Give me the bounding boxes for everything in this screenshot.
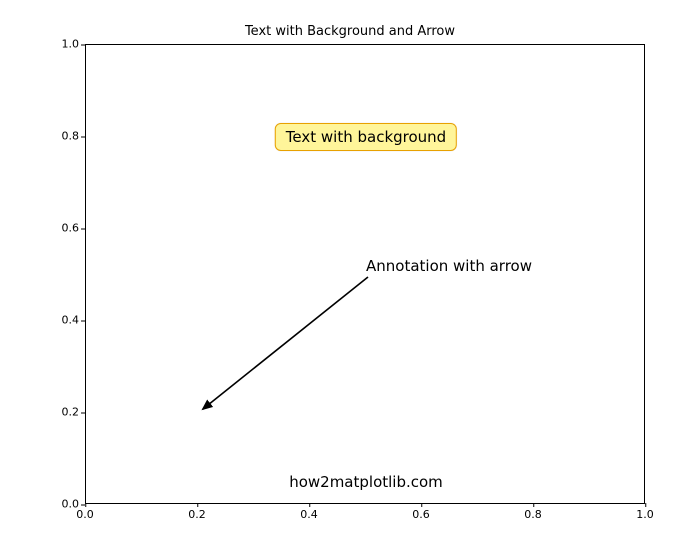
ytick-label: 0.8 (62, 130, 80, 143)
ytick: 0.4 (55, 314, 79, 327)
xtick-label: 0.6 (412, 508, 430, 521)
chart-title: Text with Background and Arrow (0, 24, 700, 39)
ytick: 1.0 (55, 38, 79, 51)
xtick: 0.6 (412, 508, 430, 521)
ytick: 0.6 (55, 222, 79, 235)
figure: Text with Background and Arrow Text with… (0, 0, 700, 560)
xtick-label: 0.2 (188, 508, 206, 521)
annotation-label: Annotation with arrow (366, 257, 532, 275)
xtick-label: 0.8 (524, 508, 542, 521)
ytick: 0.0 (55, 498, 79, 511)
ytick-label: 0.4 (62, 314, 80, 327)
xtick-label: 1.0 (636, 508, 654, 521)
xtick: 0.8 (524, 508, 542, 521)
ytick: 0.8 (55, 130, 79, 143)
ytick-label: 0.2 (62, 406, 80, 419)
xtick: 1.0 (636, 508, 654, 521)
ytick-label: 1.0 (62, 38, 80, 51)
xtick-label: 0.4 (300, 508, 318, 521)
annotation-arrow (86, 45, 646, 505)
ytick-label: 0.6 (62, 222, 80, 235)
watermark-text: how2matplotlib.com (289, 473, 443, 491)
xtick: 0.4 (300, 508, 318, 521)
ytick-label: 0.0 (62, 498, 80, 511)
text-with-background: Text with background (275, 123, 457, 151)
ytick: 0.2 (55, 406, 79, 419)
axes: Text with background how2matplotlib.com … (85, 44, 645, 504)
xtick: 0.2 (188, 508, 206, 521)
